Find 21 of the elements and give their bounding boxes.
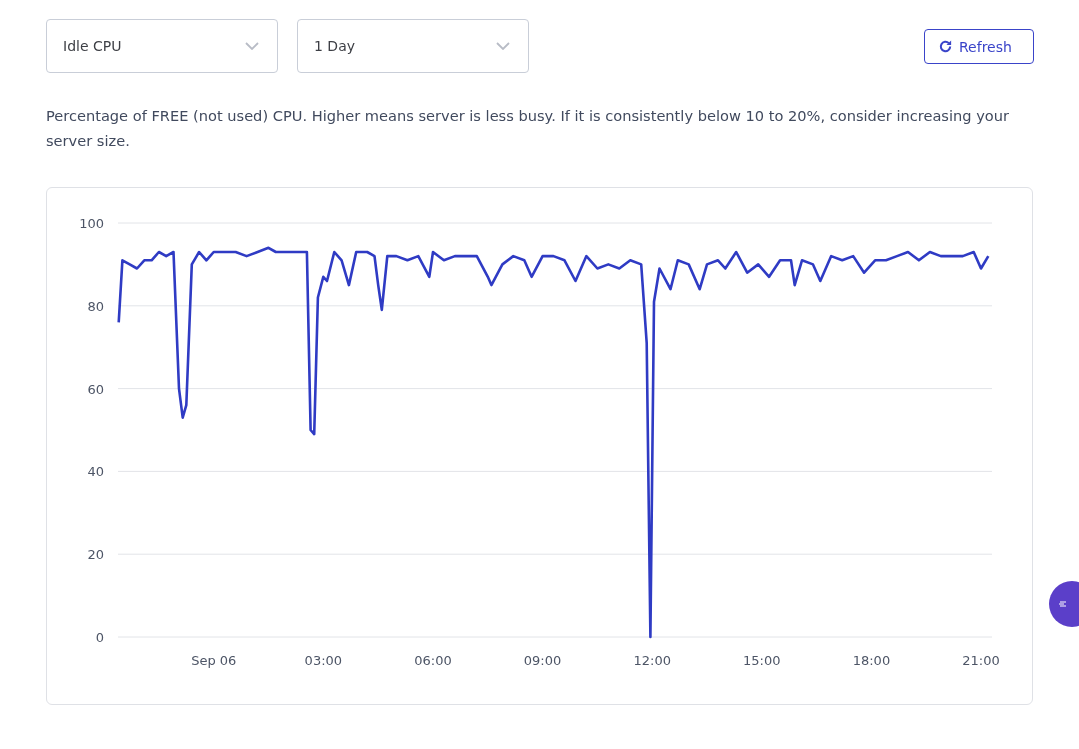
y-axis-label: 60 [87, 381, 104, 397]
dropdown[interactable]: 1 Day [297, 19, 529, 73]
x-axis-label: 03:00 [304, 653, 343, 668]
y-axis-label: 80 [87, 298, 104, 314]
y-axis-label: 20 [87, 547, 104, 563]
chevron-down-icon [245, 42, 259, 50]
y-axis-label: 0 [95, 630, 104, 645]
refresh-button[interactable]: Refresh [924, 29, 1034, 64]
chevron-down-icon [496, 42, 510, 50]
refresh-icon [938, 39, 953, 54]
x-axis-label: 12:00 [633, 653, 671, 668]
y-axis-label: 100 [79, 216, 104, 231]
chart-description: Percentage of FREE (not used) CPU. Higher means server is less busy. If it is consistently below 10 to 20%, consider increasing your server size. [46, 106, 1010, 151]
x-axis-label: 21:00 [962, 653, 1000, 668]
x-axis-label: 09:00 [523, 653, 562, 668]
x-axis-label: 06:00 [414, 653, 452, 668]
x-axis-label: 15:00 [743, 653, 781, 668]
y-axis-label: 40 [87, 464, 104, 480]
x-axis-label: 18:00 [852, 653, 891, 668]
x-axis-label: Sep 06 [191, 653, 237, 668]
dropdown[interactable]: Idle CPU [46, 19, 278, 73]
